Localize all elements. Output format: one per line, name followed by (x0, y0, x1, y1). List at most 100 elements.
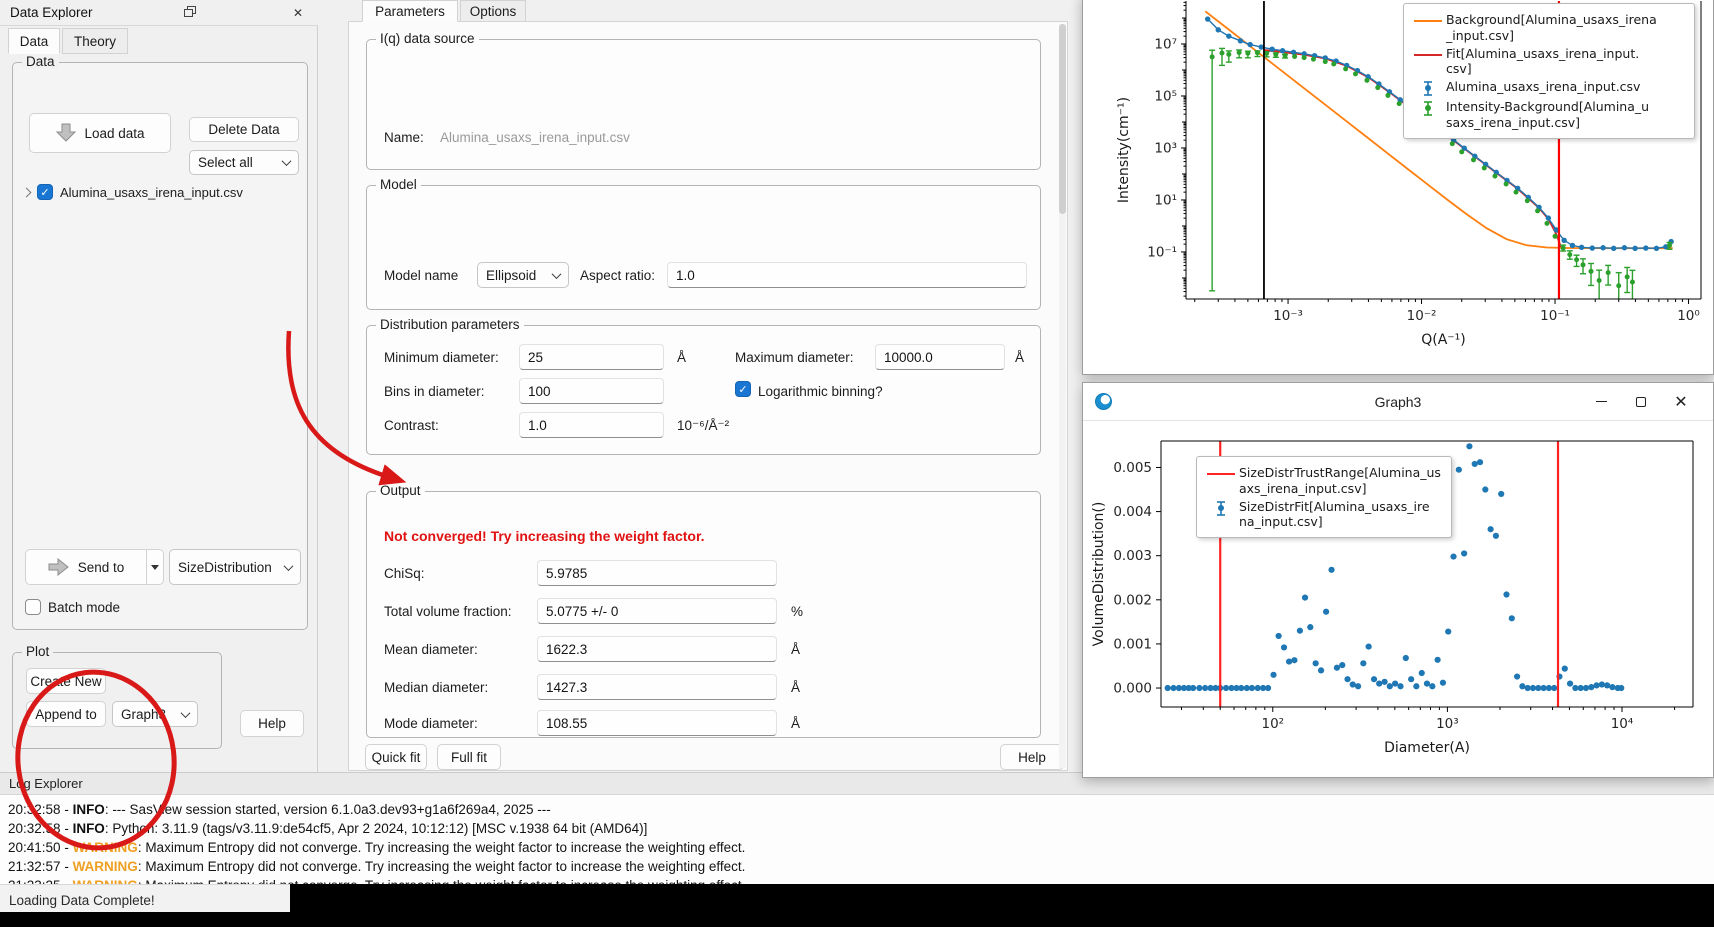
send-to-button[interactable]: Send to (25, 549, 147, 585)
log-entry: 20:41:50 - WARNING: Maximum Entropy did … (8, 840, 745, 855)
mode-diameter-field[interactable]: 108.55 (537, 710, 777, 736)
model-group: Model Model name Ellipsoid Aspect ratio:… (366, 185, 1041, 310)
file-checkbox[interactable]: ✓ (37, 184, 53, 200)
legend-entry: Alumina_usaxs_irena_input.csv (1410, 79, 1686, 97)
legend-line-icon (1203, 465, 1239, 481)
name-label: Name: (384, 130, 424, 145)
legend-label: SizeDistrFit[Alumina_usaxs_ire na_input.… (1239, 499, 1430, 531)
median-diameter-label: Median diameter: (384, 680, 488, 695)
tab-data[interactable]: Data (8, 28, 60, 54)
aspect-ratio-field[interactable]: 1.0 (667, 262, 1027, 288)
parameters-page: I(q) data source Name: Alumina_usaxs_ire… (348, 21, 1068, 771)
min-diameter-field[interactable]: 25 (519, 344, 664, 370)
log-binning-checkbox[interactable]: ✓ (735, 381, 751, 397)
send-to-split-button[interactable]: Send to (25, 549, 164, 585)
min-diameter-label: Minimum diameter: (384, 350, 499, 365)
max-diameter-label: Maximum diameter: (735, 350, 854, 365)
model-name-dropdown[interactable]: Ellipsoid (477, 262, 569, 288)
max-diameter-field[interactable]: 10000.0 (875, 344, 1005, 370)
quick-fit-button[interactable]: Quick fit (365, 744, 427, 770)
svg-text:10⁵: 10⁵ (1154, 88, 1177, 104)
svg-text:10⁻³: 10⁻³ (1273, 308, 1303, 324)
chevron-down-icon (284, 561, 294, 571)
graph3-titlebar[interactable]: Graph3 ✕ (1083, 383, 1713, 421)
select-all-dropdown[interactable]: Select all (189, 150, 299, 175)
legend-label: Alumina_usaxs_irena_input.csv (1446, 79, 1640, 95)
mean-diameter-field[interactable]: 1622.3 (537, 636, 777, 662)
send-to-menu-arrow[interactable] (147, 549, 164, 585)
dropdown-arrow-icon (151, 565, 159, 570)
legend-errorbar-icon (1410, 99, 1446, 117)
tab-theory[interactable]: Theory (62, 28, 128, 54)
perspective-help-button[interactable]: Help (1000, 744, 1064, 770)
legend-label: Intensity-Background[Alumina_u saxs_iren… (1446, 99, 1649, 131)
append-to-plot-button[interactable]: Append to (26, 701, 106, 727)
create-new-plot-button[interactable]: Create New (26, 668, 106, 694)
data-explorer-help-button[interactable]: Help (240, 710, 304, 737)
data-group: Data Load data Delete Data Select all ✓ … (12, 62, 308, 630)
legend-label: Fit[Alumina_usaxs_irena_input. csv] (1446, 46, 1639, 78)
legend-line-icon (1410, 46, 1446, 62)
mode-diameter-unit: Å (791, 716, 800, 731)
log-explorer-title: Log Explorer (9, 776, 83, 791)
log-binning-label: Logarithmic binning? (758, 384, 883, 399)
maximize-icon[interactable] (1621, 387, 1661, 417)
svg-text:10⁴: 10⁴ (1611, 716, 1634, 732)
close-icon[interactable]: ✕ (1661, 387, 1701, 417)
bins-field[interactable]: 100 (519, 378, 664, 404)
log-entry: 21:32:57 - WARNING: Maximum Entropy did … (8, 859, 745, 874)
load-data-button[interactable]: Load data (29, 113, 171, 153)
data-explorer-title: Data Explorer (10, 5, 93, 20)
name-value: Alumina_usaxs_irena_input.csv (440, 130, 630, 145)
delete-data-button[interactable]: Delete Data (189, 117, 299, 142)
full-fit-button[interactable]: Full fit (437, 744, 501, 770)
total-volume-fraction-label: Total volume fraction: (384, 604, 512, 619)
mean-diameter-unit: Å (791, 642, 800, 657)
svg-text:Diameter(A): Diameter(A) (1384, 740, 1470, 756)
perspective-dropdown[interactable]: SizeDistribution (169, 549, 301, 585)
float-panel-icon[interactable] (180, 6, 200, 20)
median-diameter-unit: Å (791, 680, 800, 695)
tab-options[interactable]: Options (460, 0, 526, 22)
svg-text:10⁻²: 10⁻² (1407, 308, 1437, 324)
max-diameter-unit: Å (1015, 350, 1024, 365)
distribution-parameters-group: Distribution parameters Minimum diameter… (366, 325, 1041, 455)
total-volume-fraction-field[interactable]: 5.0775 +/- 0 (537, 598, 777, 624)
minimize-icon[interactable] (1581, 387, 1621, 417)
svg-text:0.000: 0.000 (1113, 681, 1152, 697)
append-target-dropdown[interactable]: Graph3 (112, 701, 198, 727)
legend-errorbar-icon (1203, 499, 1239, 517)
model-name-label: Model name (384, 268, 458, 283)
legend-entry: Fit[Alumina_usaxs_irena_input. csv] (1410, 46, 1686, 78)
main-window: Data Explorer ✕ Data Theory Data Load da… (0, 0, 1714, 912)
chisq-field[interactable]: 5.9785 (537, 560, 777, 586)
tab-parameters[interactable]: Parameters (362, 0, 458, 22)
data-tree-item[interactable]: ✓ Alumina_usaxs_irena_input.csv (23, 181, 299, 203)
contrast-unit: 10⁻⁶/Å⁻² (677, 418, 729, 434)
batch-mode-row[interactable]: Batch mode (25, 599, 120, 615)
contrast-field[interactable]: 1.0 (519, 412, 664, 438)
expand-chevron-icon[interactable] (22, 187, 32, 197)
legend-label: SizeDistrTrustRange[Alumina_us axs_irena… (1239, 465, 1441, 497)
median-diameter-field[interactable]: 1427.3 (537, 674, 777, 700)
min-diameter-unit: Å (677, 350, 686, 365)
load-data-arrow-icon (55, 123, 77, 143)
size-distribution-perspective: Parameters Options I(q) data source Name… (322, 0, 1075, 772)
iq-data-source-group: I(q) data source Name: Alumina_usaxs_ire… (366, 39, 1041, 170)
batch-mode-checkbox[interactable] (25, 599, 41, 615)
data-explorer-titlebar[interactable]: Data Explorer ✕ (0, 0, 318, 26)
close-panel-icon[interactable]: ✕ (288, 6, 308, 20)
svg-text:10²: 10² (1261, 716, 1284, 732)
svg-text:10³: 10³ (1436, 716, 1459, 732)
svg-text:0.001: 0.001 (1113, 636, 1152, 652)
svg-text:10⁻¹: 10⁻¹ (1540, 308, 1570, 324)
svg-text:Intensity(cm⁻¹): Intensity(cm⁻¹) (1116, 97, 1132, 203)
data-group-label: Data (22, 54, 59, 69)
svg-text:0.004: 0.004 (1113, 504, 1152, 520)
file-name: Alumina_usaxs_irena_input.csv (60, 185, 243, 200)
panel-scrollbar[interactable] (1059, 24, 1066, 768)
sasview-application: Data Explorer ✕ Data Theory Data Load da… (0, 0, 1714, 927)
graph3-window: Graph3 ✕ 10²10³10⁴0.0000.0010.0020.0030.… (1082, 382, 1714, 778)
mean-diameter-label: Mean diameter: (384, 642, 478, 657)
scrollbar-thumb[interactable] (1059, 24, 1066, 214)
